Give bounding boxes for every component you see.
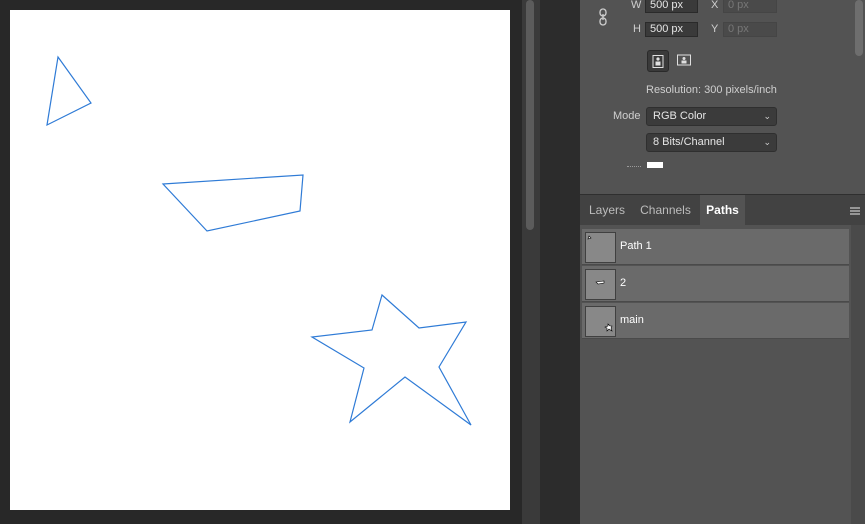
bit-depth-select[interactable]: 8 Bits/Channel ⌄: [646, 133, 777, 152]
height-label: H: [633, 23, 641, 35]
panel-tabs: Layers Channels Paths: [580, 194, 865, 225]
path-name: main: [620, 314, 644, 326]
star-path-shape[interactable]: [310, 293, 472, 426]
right-panel: W 500 px X 0 px H 500 px Y 0 px Resoluti…: [580, 0, 865, 524]
triangle-path-shape[interactable]: [46, 55, 92, 127]
paths-list: Path 1 2 main: [580, 225, 865, 524]
chevron-down-icon: ⌄: [763, 111, 771, 121]
canvas-scroll-thumb[interactable]: [526, 0, 534, 230]
tab-layers[interactable]: Layers: [582, 195, 632, 225]
path-row-path-1[interactable]: Path 1: [582, 229, 849, 265]
y-input[interactable]: 0 px: [723, 22, 777, 37]
link-dimensions-icon[interactable]: [597, 8, 609, 26]
panel-menu-icon[interactable]: [849, 204, 861, 216]
path-thumbnail: [585, 306, 616, 337]
fill-dotted-label: [627, 166, 641, 168]
canvas-vertical-scrollbar[interactable]: [522, 0, 540, 524]
tab-channels[interactable]: Channels: [635, 195, 696, 225]
x-label: X: [711, 0, 719, 11]
background-color-swatch[interactable]: [647, 162, 663, 168]
x-input[interactable]: 0 px: [723, 0, 777, 13]
portrait-icon: [652, 55, 664, 68]
panel-gutter: [540, 0, 581, 524]
resolution-text: Resolution: 300 pixels/inch: [646, 84, 777, 96]
properties-panel: W 500 px X 0 px H 500 px Y 0 px Resoluti…: [580, 0, 865, 193]
height-input[interactable]: 500 px: [645, 22, 698, 37]
canvas-paths: [46, 55, 472, 426]
path-name: 2: [620, 277, 627, 289]
document-canvas[interactable]: [10, 10, 510, 510]
path-thumbnail: [585, 232, 616, 263]
bit-depth-value: 8 Bits/Channel: [653, 136, 725, 148]
quadrilateral-path-shape[interactable]: [161, 174, 304, 232]
chevron-down-icon: ⌄: [763, 137, 771, 147]
paths-list-scrollbar[interactable]: [851, 225, 865, 524]
path-row-main[interactable]: main: [582, 303, 849, 339]
color-mode-select[interactable]: RGB Color ⌄: [646, 107, 777, 126]
landscape-icon: [677, 54, 691, 66]
landscape-orientation-button[interactable]: [673, 50, 695, 72]
portrait-orientation-button[interactable]: [647, 50, 669, 72]
mode-label: Mode: [613, 110, 641, 122]
y-label: Y: [711, 23, 719, 35]
document-workspace[interactable]: [0, 0, 522, 524]
color-mode-value: RGB Color: [653, 110, 707, 122]
properties-scrollbar[interactable]: [855, 0, 863, 56]
tab-paths[interactable]: Paths: [700, 195, 745, 225]
path-row-2[interactable]: 2: [582, 266, 849, 302]
width-input[interactable]: 500 px: [645, 0, 698, 13]
width-label: W: [631, 0, 642, 11]
path-name: Path 1: [620, 240, 652, 252]
path-thumbnail: [585, 269, 616, 300]
